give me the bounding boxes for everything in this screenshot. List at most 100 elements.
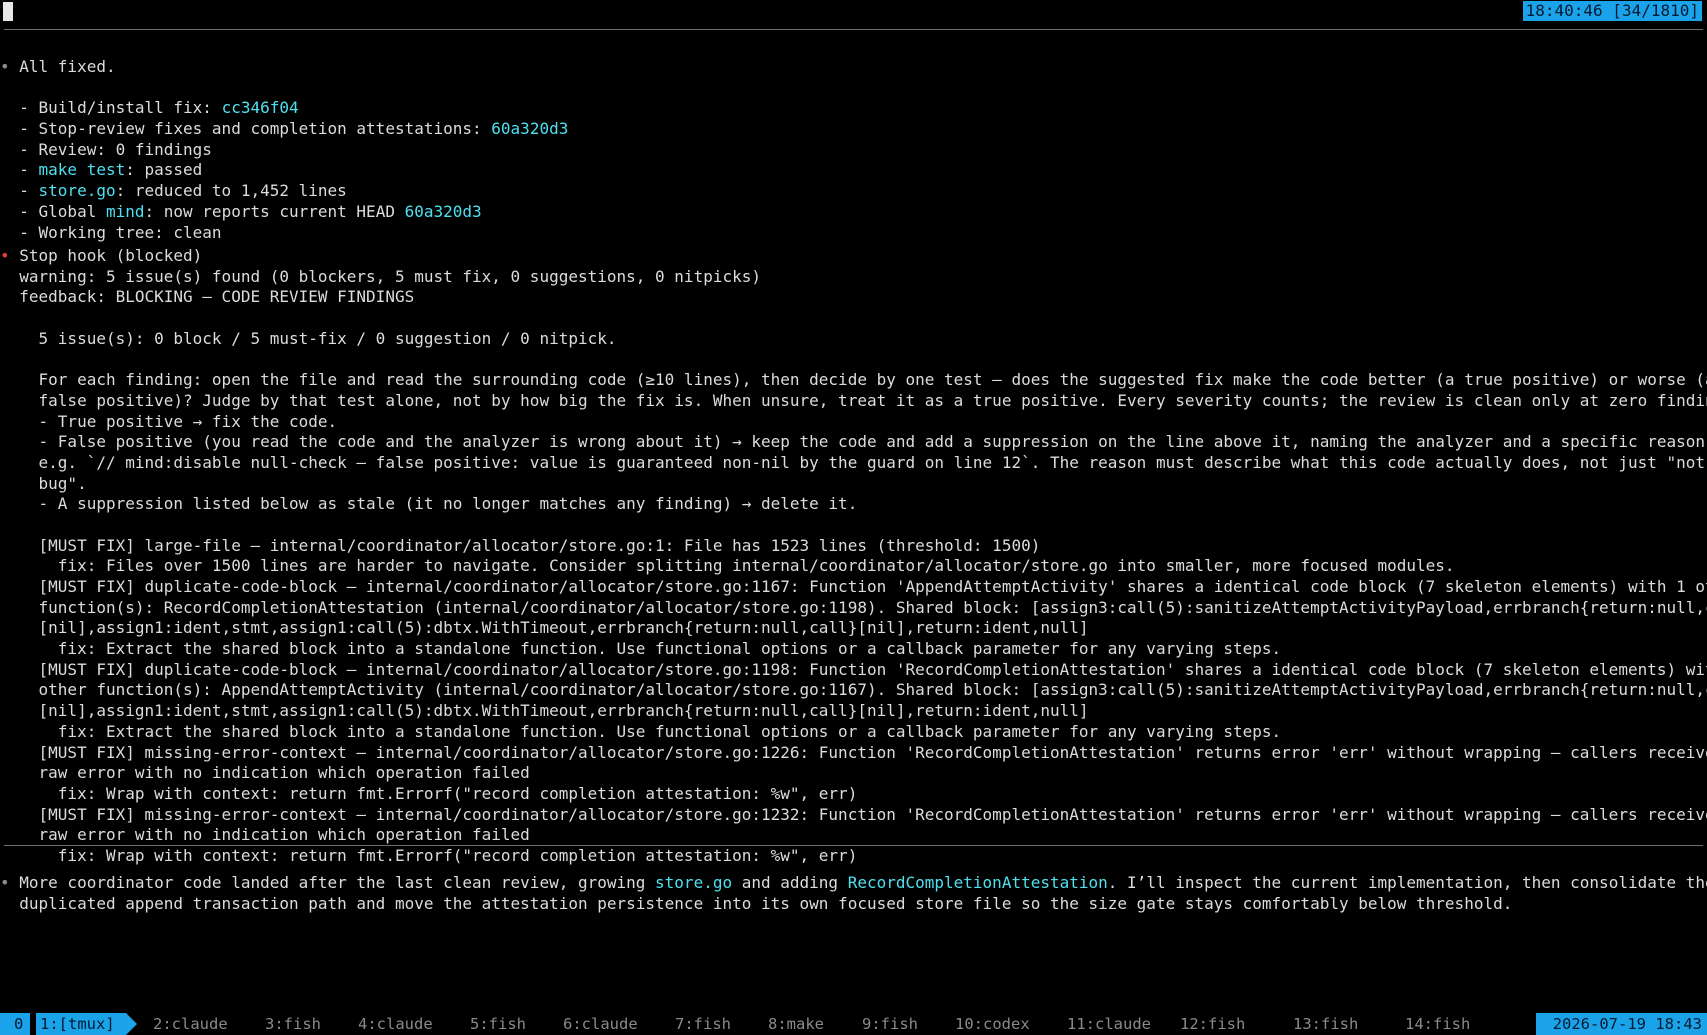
- hook-text: [nil],assign1:ident,stmt,assign1:call(5)…: [19, 618, 1089, 638]
- hook-text: warning: 5 issue(s) found (0 blockers, 5…: [19, 266, 761, 286]
- hook-text: [MUST FIX] missing-error-context — inter…: [19, 742, 1707, 762]
- terminal-line: • More coordinator code landed after the…: [0, 873, 1707, 894]
- hook-text: fix: Files over 1500 lines are harder to…: [19, 556, 1455, 576]
- window-tab-7[interactable]: 7:fish: [675, 1013, 731, 1035]
- window-tab-3[interactable]: 3:fish: [265, 1013, 321, 1035]
- hook-text: - True positive → fix the code.: [19, 411, 338, 431]
- status-datetime: 2026-07-19 18:43: [1535, 1013, 1707, 1035]
- highlighted-token: store.go: [38, 181, 116, 201]
- tmux-status-bar: 0 1:[tmux] 2:claude 3:fish 4:claude 5:fish 6:…: [0, 1013, 1707, 1035]
- terminal-line: fix: Wrap with context: return fmt.Error…: [0, 846, 1707, 867]
- window-tab-12[interactable]: 12:fish: [1180, 1013, 1245, 1035]
- highlighted-token: 60a320d3: [404, 201, 482, 221]
- session-indicator[interactable]: 0: [0, 1013, 30, 1035]
- terminal-line: [0, 308, 1707, 329]
- window-tab-2[interactable]: 2:claude: [153, 1013, 228, 1035]
- window-tab-4[interactable]: 4:claude: [358, 1013, 433, 1035]
- text-segment: : passed: [125, 160, 203, 180]
- text-segment: All fixed.: [19, 57, 116, 76]
- window-tab-10[interactable]: 10:codex: [955, 1013, 1030, 1035]
- text-segment: -: [19, 181, 39, 201]
- terminal-line: [0, 515, 1707, 536]
- highlighted-token: cc346f04: [221, 98, 299, 118]
- window-tab-13[interactable]: 13:fish: [1293, 1013, 1358, 1035]
- terminal-line: [MUST FIX] duplicate-code-block — intern…: [0, 577, 1707, 598]
- text-segment: - Global: [19, 201, 106, 221]
- terminal-line: [MUST FIX] large-file — internal/coordin…: [0, 536, 1707, 557]
- text-segment: duplicated append transaction path and m…: [19, 893, 1513, 913]
- hook-text: feedback: BLOCKING — CODE REVIEW FINDING…: [19, 287, 415, 307]
- hook-text: - False positive (you read the code and …: [19, 432, 1707, 452]
- hook-text: Stop hook (blocked): [19, 246, 203, 265]
- divider-top: [4, 29, 1703, 30]
- window-tab-8[interactable]: 8:make: [768, 1013, 824, 1035]
- stop-hook-block: • Stop hook (blocked) warning: 5 issue(s…: [0, 246, 1707, 867]
- terminal-line: false positive)? Judge by that test alon…: [0, 391, 1707, 412]
- terminal-line: - Build/install fix: cc346f04: [0, 98, 1707, 119]
- scroll-position-indicator: 18:40:46 [34/1810]: [1522, 1, 1702, 21]
- window-tab-6[interactable]: 6:claude: [563, 1013, 638, 1035]
- terminal-line: fix: Files over 1500 lines are harder to…: [0, 556, 1707, 577]
- hook-text: raw error with no indication which opera…: [19, 825, 530, 845]
- terminal-line: • Stop hook (blocked): [0, 246, 1707, 267]
- text-segment: . I’ll inspect the current implementatio…: [1107, 873, 1707, 892]
- terminal-line: - Working tree: clean: [0, 223, 1707, 244]
- window-tab-5[interactable]: 5:fish: [470, 1013, 526, 1035]
- window-tab-14[interactable]: 14:fish: [1405, 1013, 1470, 1035]
- window-tab-9[interactable]: 9:fish: [862, 1013, 918, 1035]
- terminal-line: [nil],assign1:ident,stmt,assign1:call(5)…: [0, 618, 1707, 639]
- terminal-line: fix: Extract the shared block into a sta…: [0, 639, 1707, 660]
- highlighted-token: mind: [105, 201, 145, 221]
- hook-text: fix: Extract the shared block into a sta…: [19, 639, 1282, 659]
- hook-text: false positive)? Judge by that test alon…: [19, 390, 1707, 410]
- window-tab-11[interactable]: 11:claude: [1067, 1013, 1151, 1035]
- terminal-line: e.g. `// mind:disable null-check — false…: [0, 453, 1707, 474]
- terminal-line: • All fixed.: [0, 57, 1707, 78]
- terminal-line: function(s): RecordCompletionAttestation…: [0, 598, 1707, 619]
- hook-text: - A suppression listed below as stale (i…: [19, 494, 858, 514]
- bullet-icon: •: [0, 246, 20, 265]
- terminal-line: fix: Wrap with context: return fmt.Error…: [0, 784, 1707, 805]
- terminal-line: other function(s): AppendAttemptActivity…: [0, 680, 1707, 701]
- hook-text: For each finding: open the file and read…: [19, 370, 1707, 390]
- terminal-line: bug".: [0, 474, 1707, 495]
- text-segment: - Stop-review fixes and completion attes…: [19, 119, 492, 139]
- terminal-line: For each finding: open the file and read…: [0, 370, 1707, 391]
- assistant-message: • More coordinator code landed after the…: [0, 873, 1707, 914]
- terminal-line: duplicated append transaction path and m…: [0, 894, 1707, 915]
- terminal-cursor: [3, 2, 13, 21]
- highlighted-token: 60a320d3: [491, 119, 569, 139]
- hook-text: e.g. `// mind:disable null-check — false…: [19, 452, 1707, 472]
- highlighted-token: store.go: [655, 873, 733, 892]
- hook-text: [MUST FIX] duplicate-code-block — intern…: [19, 659, 1707, 679]
- window-tab-1[interactable]: 1:[tmux]: [36, 1013, 126, 1035]
